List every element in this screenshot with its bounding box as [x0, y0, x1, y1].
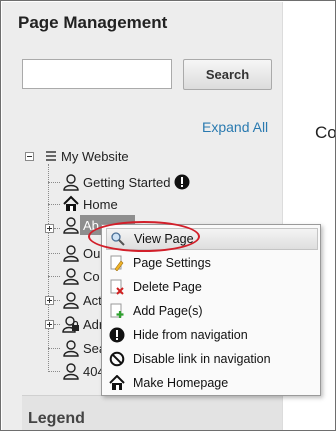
home-icon: [63, 195, 79, 211]
menu-item-label: Add Page(s): [133, 304, 203, 318]
tree-node-label: Home: [83, 196, 118, 212]
tree-node-label: Getting Started: [83, 174, 171, 190]
delete-page-icon: [110, 279, 124, 295]
expand-all-link[interactable]: Expand All: [202, 119, 268, 135]
user-icon: [63, 340, 79, 357]
tree-guide-line: [48, 204, 60, 205]
user-lock-icon: [62, 316, 79, 333]
tree-guide-line: [48, 164, 49, 372]
tree-guide-line: [48, 276, 60, 277]
tree-node[interactable]: 404: [62, 361, 105, 381]
user-icon: [63, 245, 79, 262]
tree-node-label: Ou: [83, 245, 101, 261]
tree-guide-line: [48, 182, 60, 183]
menu-item-delete-page[interactable]: Delete Page: [106, 276, 318, 298]
legend-section: Legend: [22, 395, 282, 430]
menu-item-label: Make Homepage: [133, 376, 229, 390]
menu-item-label: Hide from navigation: [133, 328, 248, 342]
tree-node-label: Act: [83, 292, 102, 308]
content-heading: Co: [315, 123, 336, 142]
exclamation-icon: [174, 174, 190, 190]
tree-guide-line: [48, 348, 60, 349]
tree-guide-line: [48, 371, 60, 372]
tree-node[interactable]: Co: [62, 266, 100, 286]
user-icon: [63, 268, 79, 285]
tree-guide-line: [54, 228, 60, 229]
expand-toggle[interactable]: [45, 296, 54, 305]
user-icon: [63, 363, 79, 380]
tree-root[interactable]: My Website: [44, 146, 129, 166]
tree-guide-line: [48, 253, 60, 254]
menu-item-page-settings[interactable]: Page Settings: [106, 252, 318, 274]
tree-root-label: My Website: [61, 148, 129, 164]
exclamation-icon: [109, 327, 125, 343]
menu-item-hide-from-navigation[interactable]: Hide from navigation: [106, 324, 318, 346]
tree-node[interactable]: Getting Started: [62, 172, 190, 192]
context-menu: View Page Page Settings Delete Page Add …: [101, 224, 321, 396]
legend-title: Legend: [28, 410, 85, 427]
magnifier-icon: [111, 232, 125, 246]
tree-node-label: Co: [83, 268, 100, 284]
tree-guide-line: [54, 324, 60, 325]
user-icon: [63, 292, 79, 309]
site-icon: [46, 151, 56, 161]
home-icon: [109, 375, 125, 390]
user-icon: [63, 174, 79, 191]
menu-item-label: View Page: [134, 232, 194, 246]
tree-node[interactable]: Ab: [62, 215, 99, 235]
panel-title: Page Management: [18, 13, 168, 32]
collapse-toggle[interactable]: [25, 152, 34, 161]
expand-toggle[interactable]: [45, 224, 54, 233]
tree-node[interactable]: Ou: [62, 243, 100, 263]
tree-node[interactable]: Sea: [62, 338, 106, 358]
menu-item-label: Page Settings: [133, 256, 211, 270]
tree-node[interactable]: Act: [62, 290, 102, 310]
menu-item-make-homepage[interactable]: Make Homepage: [106, 372, 318, 394]
window-frame: Page Management Search Expand All My Web…: [0, 0, 336, 431]
expand-toggle[interactable]: [45, 320, 54, 329]
menu-item-view-page[interactable]: View Page: [106, 228, 318, 250]
menu-item-disable-link[interactable]: Disable link in navigation: [106, 348, 318, 370]
tree-node-label: Ab: [83, 217, 99, 233]
tree-node[interactable]: Adr: [62, 314, 103, 334]
add-page-icon: [110, 303, 124, 318]
tree-node[interactable]: Home: [62, 194, 118, 214]
no-entry-icon: [109, 351, 125, 367]
menu-item-label: Disable link in navigation: [133, 352, 271, 366]
tree-guide-line: [54, 300, 60, 301]
search-button[interactable]: Search: [183, 59, 272, 90]
menu-item-add-pages[interactable]: Add Page(s): [106, 300, 318, 322]
page-settings-icon: [110, 255, 124, 271]
user-icon: [63, 217, 79, 234]
search-input[interactable]: [22, 59, 172, 89]
menu-item-label: Delete Page: [133, 280, 202, 294]
